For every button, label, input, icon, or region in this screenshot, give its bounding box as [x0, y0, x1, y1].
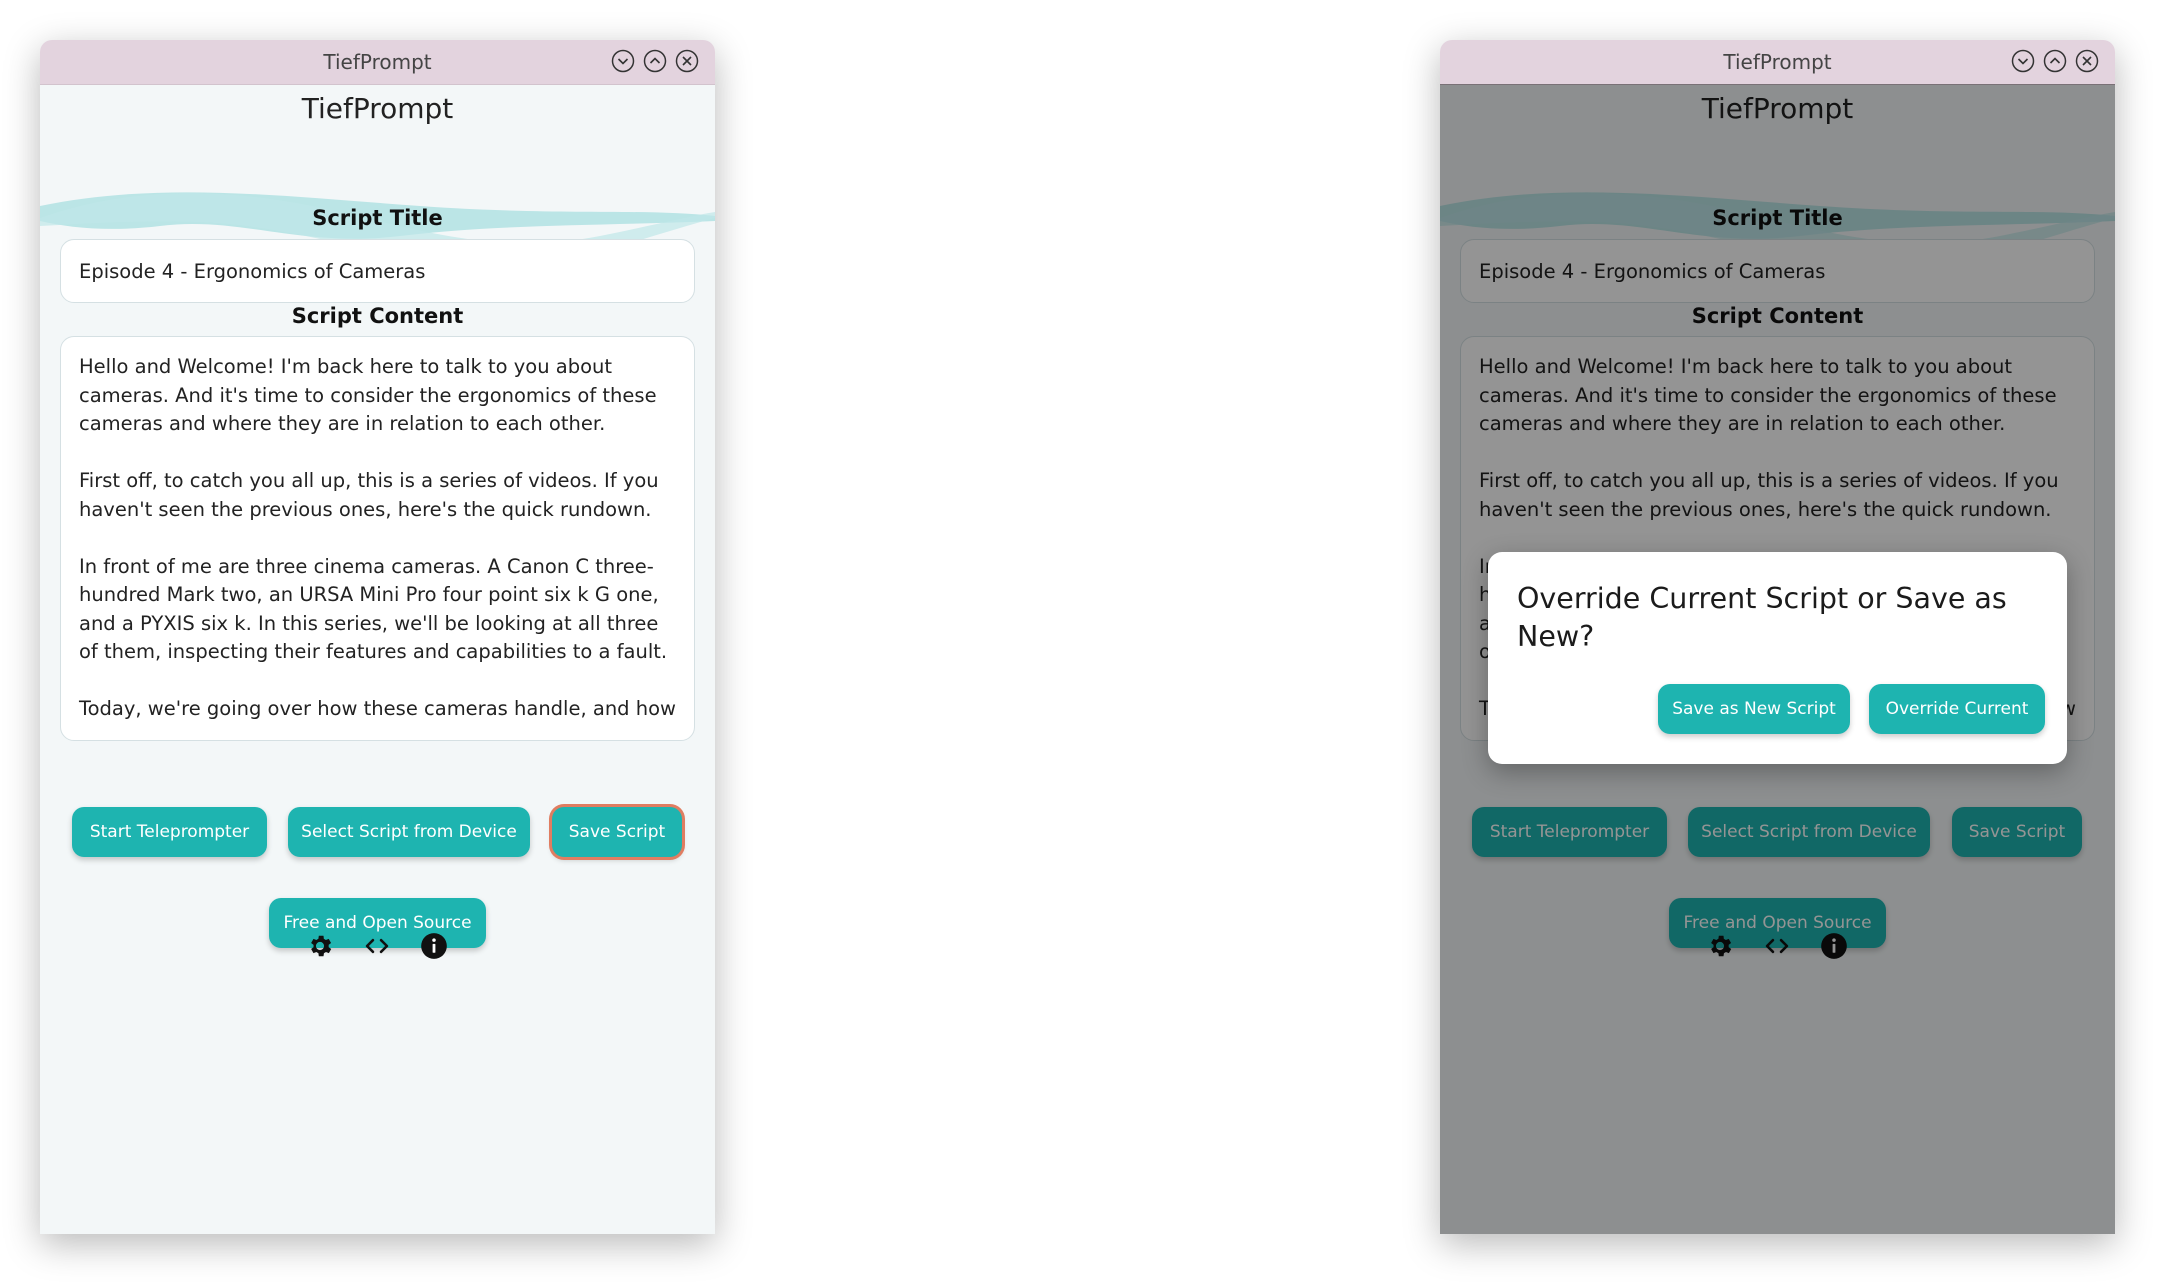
gear-icon[interactable] — [306, 932, 334, 960]
override-current-button[interactable]: Override Current — [1869, 684, 2045, 734]
app-content: TiefPrompt Script Title Script Content H… — [40, 84, 715, 1234]
maximize-icon[interactable] — [643, 49, 667, 73]
script-content-label: Script Content — [291, 304, 464, 328]
window-titlebar[interactable]: TiefPrompt — [1440, 40, 2115, 85]
save-as-new-script-button[interactable]: Save as New Script — [1658, 684, 1850, 734]
app-title: TiefPrompt — [301, 92, 454, 125]
close-icon[interactable] — [675, 49, 699, 73]
app-window-main: TiefPrompt TiefPrompt Script Title Scrip… — [40, 40, 715, 1234]
app-window-dialog: TiefPrompt TiefPrompt Script Title Scrip… — [1440, 40, 2115, 1234]
script-content-textarea[interactable]: Hello and Welcome! I'm back here to talk… — [60, 336, 695, 741]
save-choice-dialog: Override Current Script or Save as New? … — [1488, 552, 2067, 764]
dialog-title: Override Current Script or Save as New? — [1517, 582, 2007, 653]
info-icon[interactable] — [420, 932, 448, 960]
minimize-icon[interactable] — [611, 49, 635, 73]
script-title-input[interactable] — [60, 239, 695, 303]
window-titlebar[interactable]: TiefPrompt — [40, 40, 715, 85]
minimize-icon[interactable] — [2011, 49, 2035, 73]
close-icon[interactable] — [2075, 49, 2099, 73]
maximize-icon[interactable] — [2043, 49, 2067, 73]
start-teleprompter-button[interactable]: Start Teleprompter — [72, 807, 267, 857]
select-script-button[interactable]: Select Script from Device — [288, 807, 530, 857]
script-title-label: Script Title — [312, 206, 443, 230]
code-icon[interactable] — [363, 932, 391, 960]
save-script-button[interactable]: Save Script — [552, 807, 682, 857]
